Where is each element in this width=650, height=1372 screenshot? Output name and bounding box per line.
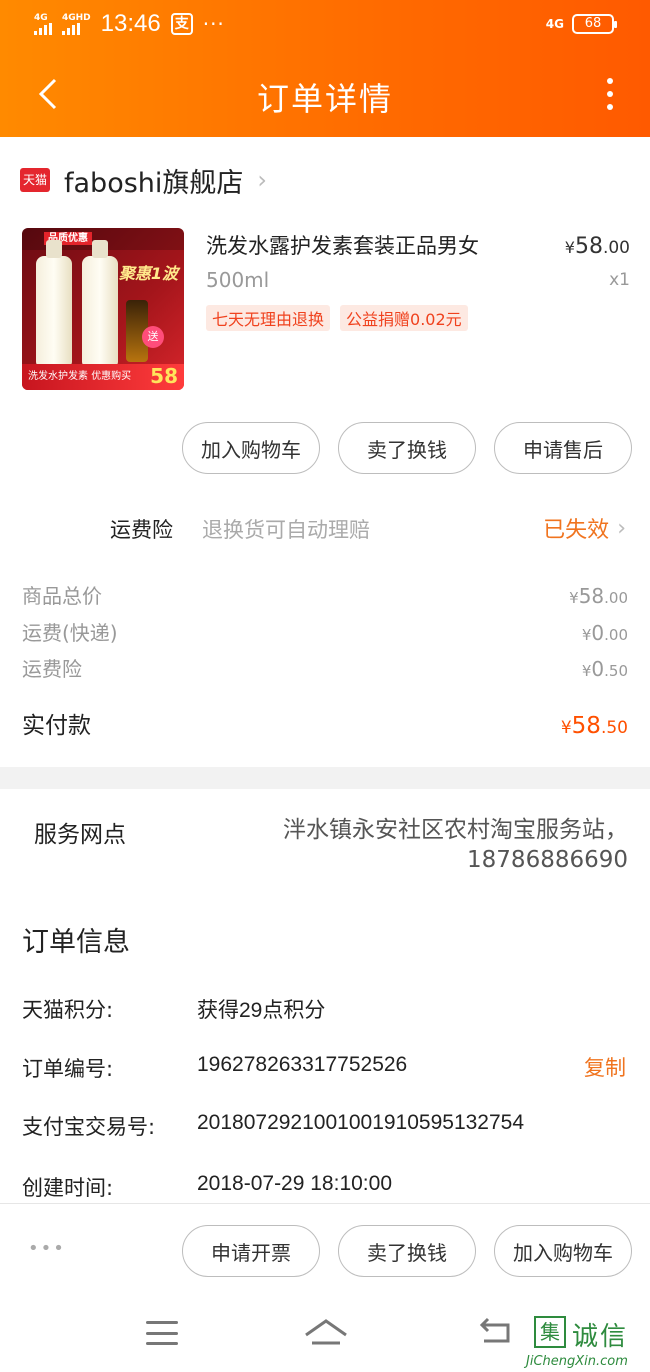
product-title[interactable]: 洗发水露护发素套装正品男女 [206, 230, 479, 260]
currency-symbol: ¥ [569, 589, 579, 607]
price-integer: 58 [574, 234, 603, 259]
fee-row-shipping: 运费(快递) ¥0.00 [22, 617, 628, 646]
nav-bar: 订单详情 [0, 58, 650, 130]
gift-badge: 送 [142, 326, 164, 348]
banner-caption: 洗发水护发素 [28, 371, 88, 382]
after-sale-button[interactable]: 申请售后 [494, 422, 632, 474]
insurance-status: 已失效 [543, 518, 610, 543]
dot-icon [607, 78, 613, 84]
fee-value: ¥58.00 [569, 584, 628, 608]
network-4g-icon: 4G [545, 17, 564, 31]
order-number-value: 196278263317752526 [197, 1053, 408, 1076]
resell-button-bottom[interactable]: 卖了换钱 [338, 1225, 476, 1277]
banner-buy: 优惠购买 [91, 371, 132, 382]
bottle-shape [36, 240, 72, 366]
add-to-cart-button-bottom[interactable]: 加入购物车 [494, 1225, 632, 1277]
charity-tag: 公益捐赠0.02元 [340, 305, 468, 331]
alipay-icon: 支 [170, 13, 193, 35]
signal-icon: 4G [34, 13, 52, 35]
product-price: ¥58.00 [565, 234, 630, 259]
more-menu-button[interactable] [600, 72, 620, 116]
total-row: 实付款 ¥58.50 [22, 706, 628, 740]
points-value: 获得29点积分 [197, 999, 326, 1022]
currency-symbol: ¥ [581, 662, 592, 680]
currency-symbol: ¥ [560, 718, 572, 738]
more-actions-icon[interactable]: ••• [28, 1238, 66, 1259]
bottle-shape [82, 240, 118, 366]
invoice-button[interactable]: 申请开票 [182, 1225, 320, 1277]
add-to-cart-button[interactable]: 加入购物车 [182, 422, 320, 474]
order-info-title: 订单信息 [22, 927, 130, 958]
network-label: 4G [34, 13, 48, 23]
product-spec: 500ml [206, 268, 270, 292]
total-decimal: .50 [600, 718, 628, 738]
back-nav-icon[interactable] [478, 1315, 514, 1347]
created-time-label: 创建时间: [22, 1176, 114, 1200]
dot-icon [607, 91, 613, 97]
clock: 13:46 [100, 10, 161, 37]
total-value: ¥58.50 [561, 713, 628, 739]
return-policy-tag: 七天无理由退换 [206, 305, 331, 331]
service-value: 泮水镇永安社区农村淘宝服务站， 18786886690 [228, 815, 628, 875]
watermark-text: 诚信 [572, 1322, 629, 1352]
fee-row-insurance: 运费险 ¥0.50 [22, 653, 628, 682]
watermark: 集 诚信 JiChengXin.com [526, 1316, 650, 1372]
points-label: 天猫积分: [22, 998, 114, 1022]
resell-button[interactable]: 卖了换钱 [338, 422, 476, 474]
total-integer: 58 [571, 713, 601, 739]
signal-icon-2: 4GHD [62, 13, 91, 35]
fee-label: 运费(快递) [22, 621, 118, 645]
battery-icon: 68 [572, 14, 617, 34]
chevron-right-icon: › [257, 166, 267, 194]
product-image[interactable]: 品质优惠 聚惠1波 送 洗发水护发素 优惠购买 58 [22, 228, 184, 390]
fee-integer: 0 [591, 657, 605, 681]
dot-icon [607, 104, 613, 110]
total-label: 实付款 [22, 713, 91, 739]
insurance-label: 运费险 [110, 518, 173, 542]
fee-row-goods: 商品总价 ¥58.00 [22, 580, 628, 609]
service-phone[interactable]: 18786886690 [228, 845, 628, 875]
app-header: 4G 4GHD 13:46 支 ··· 4G 68 订单详情 [0, 0, 650, 137]
notification-dots: ··· [202, 12, 225, 36]
network-label-2: 4GHD [62, 13, 91, 23]
product-quantity: x1 [609, 270, 630, 290]
promo-text: 聚惠1波 [118, 264, 178, 283]
page-title: 订单详情 [256, 80, 393, 118]
currency-symbol: ¥ [564, 238, 575, 257]
service-address: 泮水镇永安社区农村淘宝服务站， [283, 817, 628, 843]
fee-label: 商品总价 [22, 584, 102, 608]
created-time-value: 2018-07-29 18:10:00 [197, 1172, 392, 1195]
insurance-description: 退换货可自动理赔 [202, 518, 370, 542]
section-divider [0, 767, 650, 789]
price-decimal: .00 [602, 238, 630, 258]
bottom-action-bar: ••• 申请开票 卖了换钱 加入购物车 [0, 1203, 650, 1293]
currency-symbol: ¥ [581, 626, 592, 644]
fee-decimal: .00 [604, 626, 628, 644]
fee-label: 运费险 [22, 657, 82, 681]
insurance-status-link[interactable]: 已失效 › [543, 512, 626, 544]
alipay-trade-value: 2018072921001001910595132754 [197, 1111, 525, 1134]
fee-value: ¥0.00 [582, 621, 628, 645]
fee-decimal: .00 [604, 589, 628, 607]
service-label: 服务网点 [34, 822, 126, 848]
copy-button[interactable]: 复制 [584, 1052, 626, 1082]
menu-icon[interactable] [146, 1321, 178, 1345]
order-number-label: 订单编号: [22, 1057, 114, 1081]
chevron-right-icon: › [617, 515, 626, 541]
fee-decimal: .50 [604, 662, 628, 680]
watermark-logo-icon: 集 [534, 1316, 566, 1348]
fee-value: ¥0.50 [582, 657, 628, 681]
product-tags: 七天无理由退换 公益捐赠0.02元 [206, 305, 468, 331]
fee-integer: 58 [578, 584, 605, 608]
image-price: 58 [150, 364, 178, 388]
tmall-logo-icon: 天猫 [20, 168, 50, 192]
fee-integer: 0 [591, 621, 605, 645]
home-icon[interactable] [304, 1317, 348, 1347]
alipay-trade-label: 支付宝交易号: [22, 1115, 156, 1139]
shop-link[interactable]: 天猫 faboshi旗舰店 › [20, 160, 267, 200]
shop-name: faboshi旗舰店 [64, 167, 244, 199]
watermark-url: JiChengXin.com [526, 1354, 628, 1369]
status-bar: 4G 4GHD 13:46 支 ··· 4G 68 [0, 0, 650, 52]
